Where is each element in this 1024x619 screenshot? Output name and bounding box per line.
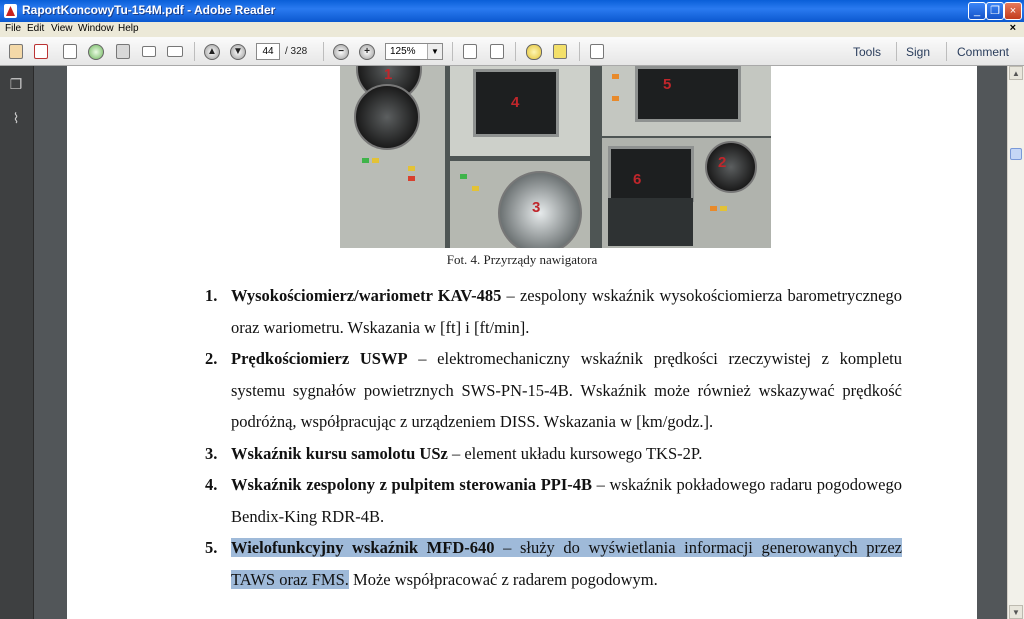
pdf-page: 1 4 5 2 6 3 Fot. 4. Przyrządy nawigatora… xyxy=(67,66,977,619)
email-icon[interactable] xyxy=(166,43,184,60)
zoom-out-icon[interactable]: − xyxy=(332,43,350,60)
list-item: 2. Prędkościomierz USWP – elektromechanic… xyxy=(205,343,902,438)
adobe-reader-icon xyxy=(4,4,17,18)
sign-link[interactable]: Sign xyxy=(906,45,930,59)
navigation-pane: ❐ ⌇ xyxy=(0,66,34,619)
list-number: 2. xyxy=(205,349,218,368)
vertical-scrollbar[interactable]: ▲ ▼ xyxy=(1007,66,1024,619)
page-total: / 328 xyxy=(285,46,308,57)
tools-link[interactable]: Tools xyxy=(853,45,881,59)
cloud-icon[interactable] xyxy=(87,43,105,60)
comment-link[interactable]: Comment xyxy=(957,45,1009,59)
instrument-list: 1. Wysokościomierz/wariometr KAV-485 – ze… xyxy=(205,280,902,595)
next-page-icon[interactable]: ▼ xyxy=(229,43,247,60)
list-item: 5. Wielofunkcyjny wskaźnik MFD-640 – służ… xyxy=(205,532,902,595)
fit-width-icon[interactable] xyxy=(488,43,506,60)
open-acrobat-icon[interactable] xyxy=(32,43,50,60)
item-term: Wielofunkcyjny wskaźnik MFD-640 xyxy=(231,538,495,557)
list-number: 1. xyxy=(205,286,218,305)
item-term: Wskaźnik kursu samolotu USz xyxy=(231,443,448,463)
previous-page-icon[interactable]: ▲ xyxy=(203,43,221,60)
close-button[interactable]: × xyxy=(1004,2,1022,20)
toolbar: ▲ ▼ 44 / 328 − + 125% ▼ Tools Sign Comme… xyxy=(0,37,1024,66)
page-number-input[interactable]: 44 xyxy=(256,43,280,60)
item-description: Może współpracować z radarem pogodowym. xyxy=(348,569,658,589)
photo-label-5: 5 xyxy=(663,76,672,93)
photo-keypad xyxy=(608,198,693,246)
window-title: RaportKoncowyTu-154M.pdf - Adobe Reader xyxy=(22,3,276,17)
photo-led xyxy=(460,174,467,179)
list-item: 4. Wskaźnik zespolony z pulpitem sterowan… xyxy=(205,469,902,532)
toolbar-separator xyxy=(946,42,947,61)
photo-gauge xyxy=(354,84,420,150)
scroll-down-icon[interactable]: ▼ xyxy=(1009,605,1023,619)
fit-page-icon[interactable] xyxy=(461,43,479,60)
menu-help[interactable]: Help xyxy=(118,23,139,34)
toolbar-separator xyxy=(452,42,453,61)
create-pdf-icon[interactable] xyxy=(7,43,25,60)
minimize-button[interactable]: _ xyxy=(968,2,986,20)
document-viewport[interactable]: 1 4 5 2 6 3 Fot. 4. Przyrządy nawigatora… xyxy=(34,66,1008,619)
menu-file[interactable]: File xyxy=(5,23,21,34)
list-number: 3. xyxy=(205,443,218,463)
pages-icon[interactable]: ❐ xyxy=(8,76,24,92)
photo-screen xyxy=(635,66,741,122)
toolbar-separator xyxy=(323,42,324,61)
fullscreen-icon[interactable] xyxy=(588,43,606,60)
edit-icon[interactable] xyxy=(61,43,79,60)
photo-label-6: 6 xyxy=(633,171,642,188)
photo-led xyxy=(472,186,479,191)
menu-edit[interactable]: Edit xyxy=(27,23,44,34)
scroll-up-icon[interactable]: ▲ xyxy=(1009,66,1023,80)
photo-led xyxy=(408,166,415,171)
zoom-value: 125% xyxy=(390,46,416,57)
toolbar-separator xyxy=(579,42,580,61)
item-description: – element układu kursowego TKS-2P. xyxy=(447,443,703,463)
scroll-thumb[interactable] xyxy=(1010,148,1022,160)
menu-view[interactable]: View xyxy=(51,23,73,34)
photo-label-4: 4 xyxy=(511,94,520,111)
highlight-icon[interactable] xyxy=(551,43,569,60)
photo-led xyxy=(720,206,727,211)
chevron-down-icon[interactable]: ▼ xyxy=(427,44,442,59)
item-term: Wysokościomierz/wariometr KAV-485 xyxy=(231,286,502,305)
zoom-select[interactable]: 125% ▼ xyxy=(385,43,443,60)
maximize-button[interactable]: ❐ xyxy=(986,2,1004,20)
title-bar: RaportKoncowyTu-154M.pdf - Adobe Reader … xyxy=(0,0,1024,22)
print-icon[interactable] xyxy=(140,43,158,60)
list-number: 5. xyxy=(205,538,218,557)
zoom-in-icon[interactable]: + xyxy=(358,43,376,60)
attachments-icon[interactable]: ⌇ xyxy=(8,110,24,126)
item-term: Wskaźnik zespolony z pulpitem sterowania… xyxy=(231,475,593,494)
save-icon[interactable] xyxy=(114,43,132,60)
toolbar-separator xyxy=(515,42,516,61)
instrument-panel-photo: 1 4 5 2 6 3 xyxy=(340,66,771,248)
photo-screen xyxy=(608,146,694,202)
photo-led xyxy=(408,176,415,181)
photo-label-2: 2 xyxy=(718,154,727,171)
photo-led xyxy=(612,96,619,101)
list-item: 3. Wskaźnik kursu samolotu USz – element … xyxy=(205,438,902,470)
photo-gauge xyxy=(705,141,757,193)
photo-led xyxy=(612,74,619,79)
item-term: Prędkościomierz USWP xyxy=(231,349,408,368)
list-number: 4. xyxy=(205,475,218,494)
toolbar-separator xyxy=(194,42,195,61)
comment-icon[interactable] xyxy=(525,43,543,60)
photo-led xyxy=(372,158,379,163)
photo-label-1: 1 xyxy=(384,66,393,83)
menu-bar: File Edit View Window Help × xyxy=(0,22,1024,37)
photo-caption: Fot. 4. Przyrządy nawigatora xyxy=(446,252,598,267)
photo-led xyxy=(362,158,369,163)
photo-led xyxy=(710,206,717,211)
toolbar-separator xyxy=(896,42,897,61)
list-item: 1. Wysokościomierz/wariometr KAV-485 – ze… xyxy=(205,280,902,343)
menu-window[interactable]: Window xyxy=(78,23,114,34)
photo-label-3: 3 xyxy=(532,199,541,216)
document-close-icon[interactable]: × xyxy=(1010,22,1016,34)
